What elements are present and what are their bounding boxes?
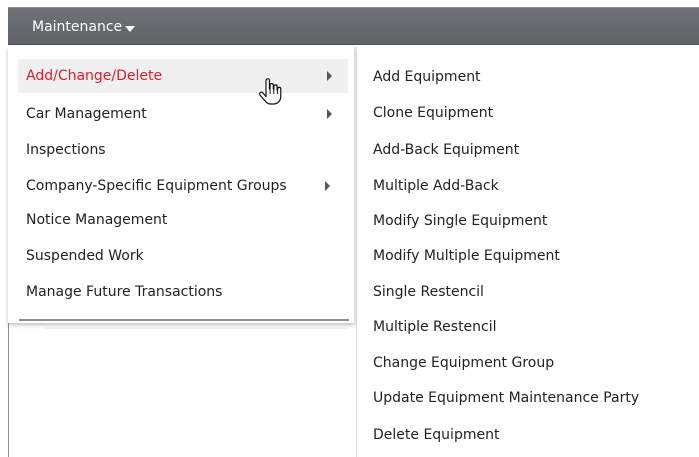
caret-down-icon [125, 25, 136, 32]
submenu-item-modify-single-equipment[interactable]: Modify Single Equipment [373, 204, 688, 238]
right-triangle-icon [327, 71, 332, 81]
menu-item-add-change-delete[interactable]: Add/Change/Delete [18, 59, 348, 93]
menu-item-company-specific-equipment-groups[interactable]: Company-Specific Equipment Groups [18, 169, 348, 203]
maintenance-menu-label: Maintenance [32, 19, 123, 35]
submenu-item-change-equipment-group[interactable]: Change Equipment Group [373, 346, 688, 380]
submenu-item-multiple-add-back[interactable]: Multiple Add-Back [373, 169, 688, 203]
dropdown-bottom-border [19, 319, 349, 321]
menu-item-label: Suspended Work [26, 248, 144, 264]
menu-item-label: Manage Future Transactions [26, 284, 223, 300]
submenu-item-update-equipment-maintenance-party[interactable]: Update Equipment Maintenance Party [373, 381, 688, 415]
menu-item-car-management[interactable]: Car Management [18, 97, 348, 131]
menu-item-label: Company-Specific Equipment Groups [26, 178, 287, 194]
menu-item-suspended-work[interactable]: Suspended Work [18, 239, 348, 273]
maintenance-menu-button[interactable]: Maintenance [32, 8, 136, 46]
submenu-item-add-equipment[interactable]: Add Equipment [373, 60, 688, 94]
submenu-item-delete-equipment[interactable]: Delete Equipment [373, 418, 688, 452]
submenu-item-add-back-equipment[interactable]: Add-Back Equipment [373, 133, 688, 167]
menu-item-inspections[interactable]: Inspections [18, 133, 348, 167]
menu-item-manage-future-transactions[interactable]: Manage Future Transactions [18, 275, 348, 309]
dropdown-shadow-fade [45, 327, 348, 329]
submenu-item-modify-multiple-equipment[interactable]: Modify Multiple Equipment [373, 239, 688, 273]
submenu-item-multiple-restencil[interactable]: Multiple Restencil [373, 310, 688, 344]
submenu-item-single-restencil[interactable]: Single Restencil [373, 275, 688, 309]
right-triangle-icon [325, 181, 330, 191]
menu-item-label: Add/Change/Delete [26, 68, 163, 84]
submenu-item-clone-equipment[interactable]: Clone Equipment [373, 96, 688, 130]
menu-item-notice-management[interactable]: Notice Management [18, 203, 348, 237]
top-navigation-bar: Maintenance [8, 7, 699, 45]
maintenance-menu-screen: Maintenance Add/Change/Delete Car Manage… [0, 0, 699, 457]
menu-item-label: Inspections [26, 142, 106, 158]
menu-item-label: Car Management [26, 106, 147, 122]
right-triangle-icon [327, 109, 332, 119]
menu-item-label: Notice Management [26, 212, 168, 228]
